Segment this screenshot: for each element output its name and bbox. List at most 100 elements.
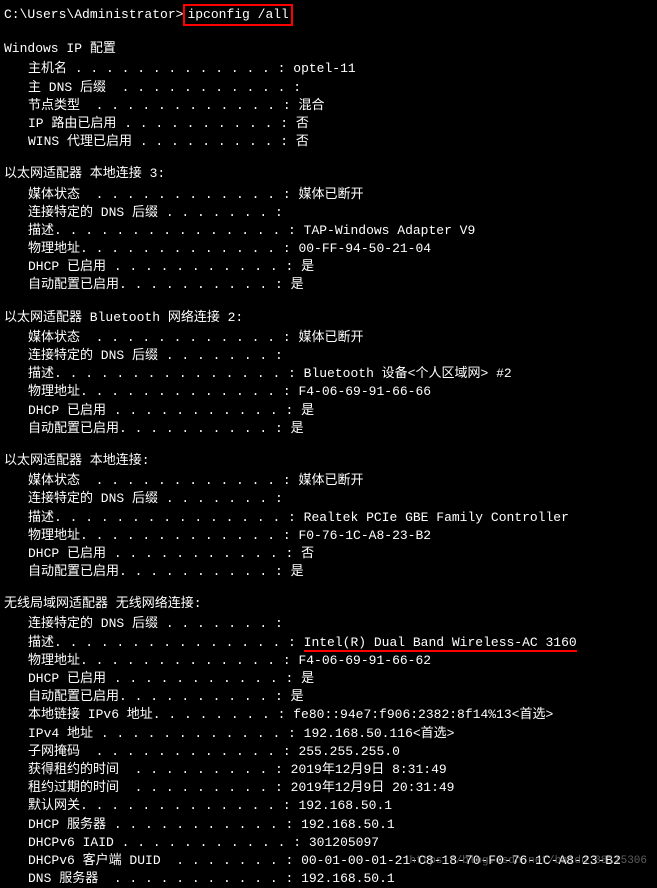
- config-label: WINS 代理已启用: [28, 134, 132, 149]
- config-value: F0-76-1C-A8-23-B2: [298, 528, 431, 543]
- config-label: 描述.: [28, 366, 62, 381]
- config-value: 是: [291, 564, 304, 579]
- config-row: DHCP 已启用 . . . . . . . . . . . : 是: [28, 402, 653, 420]
- config-value: 192.168.50.1: [298, 798, 392, 813]
- config-row: 物理地址. . . . . . . . . . . . . : F4-06-69…: [28, 652, 653, 670]
- adapter1-header: 以太网适配器 本地连接 3:: [4, 165, 653, 183]
- config-value: F4-06-69-91-66-62: [298, 653, 431, 668]
- config-dots: . . . . . . . . . . . :: [114, 835, 309, 850]
- config-row: DHCPv6 IAID . . . . . . . . . . . : 3012…: [28, 834, 653, 852]
- config-value: TAP-Windows Adapter V9: [304, 223, 476, 238]
- config-label: 子网掩码: [28, 744, 80, 759]
- config-value: 2019年12月9日 8:31:49: [291, 762, 447, 777]
- config-label: 媒体状态: [28, 330, 80, 345]
- config-row: DHCP 已启用 . . . . . . . . . . . : 否: [28, 545, 653, 563]
- watermark-text: https://blog.csdn.net/baidu_38115306: [409, 854, 647, 869]
- config-row: 自动配置已启用. . . . . . . . . . : 是: [28, 688, 653, 706]
- config-row: 物理地址. . . . . . . . . . . . . : F4-06-69…: [28, 383, 653, 401]
- config-dots: . . . . . . . . . . . . . . :: [62, 366, 304, 381]
- config-dots: . . . . . . . . . :: [132, 134, 296, 149]
- config-dots: . . . . . . . . . . . . :: [80, 473, 298, 488]
- config-dots: . . . . . . . . . :: [127, 689, 291, 704]
- config-row: 默认网关. . . . . . . . . . . . . : 192.168.…: [28, 797, 653, 815]
- config-value: F4-06-69-91-66-66: [298, 384, 431, 399]
- config-value: Intel(R) Dual Band Wireless-AC 3160: [304, 635, 577, 652]
- config-label: 连接特定的 DNS 后缀: [28, 205, 158, 220]
- config-dots: . . . . . . . . . :: [127, 421, 291, 436]
- adapter2-header: 以太网适配器 Bluetooth 网络连接 2:: [4, 309, 653, 327]
- config-label: DHCP 服务器: [28, 817, 106, 832]
- config-label: 描述.: [28, 510, 62, 525]
- config-value: 媒体已断开: [298, 473, 363, 488]
- config-dots: . . . . . . . . . . . :: [106, 671, 301, 686]
- config-dots: . . . . . . . . . . . . :: [93, 726, 304, 741]
- config-value: 192.168.50.1: [301, 871, 395, 886]
- config-value: 301205097: [309, 835, 379, 850]
- config-row: 描述. . . . . . . . . . . . . . . : TAP-Wi…: [28, 222, 653, 240]
- adapter4-block: 连接特定的 DNS 后缀 . . . . . . . : 描述. . . . .…: [4, 615, 653, 888]
- config-dots: . . . . . . . . . . . . :: [80, 744, 298, 759]
- config-row: DHCP 已启用 . . . . . . . . . . . : 是: [28, 258, 653, 276]
- config-dots: . . . . . . . :: [158, 491, 291, 506]
- ipconfig-block: 主机名 . . . . . . . . . . . . . : optel-11…: [4, 60, 653, 151]
- config-label: 节点类型: [28, 98, 80, 113]
- config-label: DHCP 已启用: [28, 403, 106, 418]
- config-row: 描述. . . . . . . . . . . . . . . : Intel(…: [28, 634, 653, 652]
- config-label: 描述.: [28, 635, 62, 650]
- config-dots: . . . . . . . . . :: [127, 277, 291, 292]
- config-label: DHCPv6 IAID: [28, 835, 114, 850]
- config-label: 自动配置已启用.: [28, 421, 127, 436]
- config-row: 描述. . . . . . . . . . . . . . . : Realte…: [28, 509, 653, 527]
- config-label: 自动配置已启用.: [28, 564, 127, 579]
- config-row: 本地链接 IPv6 地址. . . . . . . . : fe80::94e7…: [28, 706, 653, 724]
- config-label: DHCPv6 客户端 DUID: [28, 853, 161, 868]
- config-row: 媒体状态 . . . . . . . . . . . . : 媒体已断开: [28, 472, 653, 490]
- config-row: 物理地址. . . . . . . . . . . . . : 00-FF-94…: [28, 240, 653, 258]
- config-row: 连接特定的 DNS 后缀 . . . . . . . :: [28, 615, 653, 633]
- config-label: 租约过期的时间: [28, 780, 119, 795]
- config-dots: . . . . . . . . . . . . :: [88, 384, 299, 399]
- config-label: 连接特定的 DNS 后缀: [28, 491, 158, 506]
- config-value: 是: [291, 689, 304, 704]
- config-row: 节点类型 . . . . . . . . . . . . : 混合: [28, 97, 653, 115]
- config-row: 主机名 . . . . . . . . . . . . . : optel-11: [28, 60, 653, 78]
- config-label: IPv4 地址: [28, 726, 93, 741]
- config-value: 否: [301, 546, 314, 561]
- config-row: 连接特定的 DNS 后缀 . . . . . . . :: [28, 347, 653, 365]
- config-label: 本地链接 IPv6 地址.: [28, 707, 161, 722]
- command-highlight: ipconfig /all: [183, 4, 292, 26]
- config-value: 混合: [298, 98, 324, 113]
- config-dots: . . . . . . . . . . . . :: [88, 241, 299, 256]
- config-label: 自动配置已启用.: [28, 689, 127, 704]
- config-label: DNS 服务器: [28, 871, 98, 886]
- prompt-path: C:\Users\Administrator>: [4, 7, 183, 22]
- config-dots: . . . . . . . . . . . :: [106, 546, 301, 561]
- config-dots: . . . . . . . . . . . . . :: [67, 61, 293, 76]
- config-value: 否: [296, 134, 309, 149]
- config-label: DHCP 已启用: [28, 671, 106, 686]
- config-dots: . . . . . . . . . . :: [116, 116, 295, 131]
- config-value: 255.255.255.0: [298, 744, 399, 759]
- config-value: 是: [291, 421, 304, 436]
- config-row: 描述. . . . . . . . . . . . . . . : Blueto…: [28, 365, 653, 383]
- config-label: 默认网关.: [28, 798, 88, 813]
- config-value: 是: [301, 671, 314, 686]
- config-dots: . . . . . . . . . . . :: [106, 259, 301, 274]
- config-label: 物理地址.: [28, 384, 88, 399]
- config-dots: . . . . . . . . . . . . . . :: [62, 223, 304, 238]
- config-dots: . . . . . . . . . . . . . . :: [62, 510, 304, 525]
- config-row: 连接特定的 DNS 后缀 . . . . . . . :: [28, 204, 653, 222]
- config-value: 是: [301, 403, 314, 418]
- config-label: 媒体状态: [28, 187, 80, 202]
- config-value: 媒体已断开: [298, 187, 363, 202]
- config-label: 物理地址.: [28, 528, 88, 543]
- config-dots: . . . . . . . :: [158, 616, 291, 631]
- config-row: DHCP 服务器 . . . . . . . . . . . : 192.168…: [28, 816, 653, 834]
- config-dots: . . . . . . . . . :: [119, 762, 291, 777]
- config-dots: . . . . . . . :: [158, 348, 291, 363]
- config-row: 媒体状态 . . . . . . . . . . . . : 媒体已断开: [28, 329, 653, 347]
- config-value: 否: [296, 116, 309, 131]
- config-row: 自动配置已启用. . . . . . . . . . : 是: [28, 563, 653, 581]
- ipconfig-header: Windows IP 配置: [4, 40, 653, 58]
- config-value: 192.168.50.116<首选>: [304, 726, 455, 741]
